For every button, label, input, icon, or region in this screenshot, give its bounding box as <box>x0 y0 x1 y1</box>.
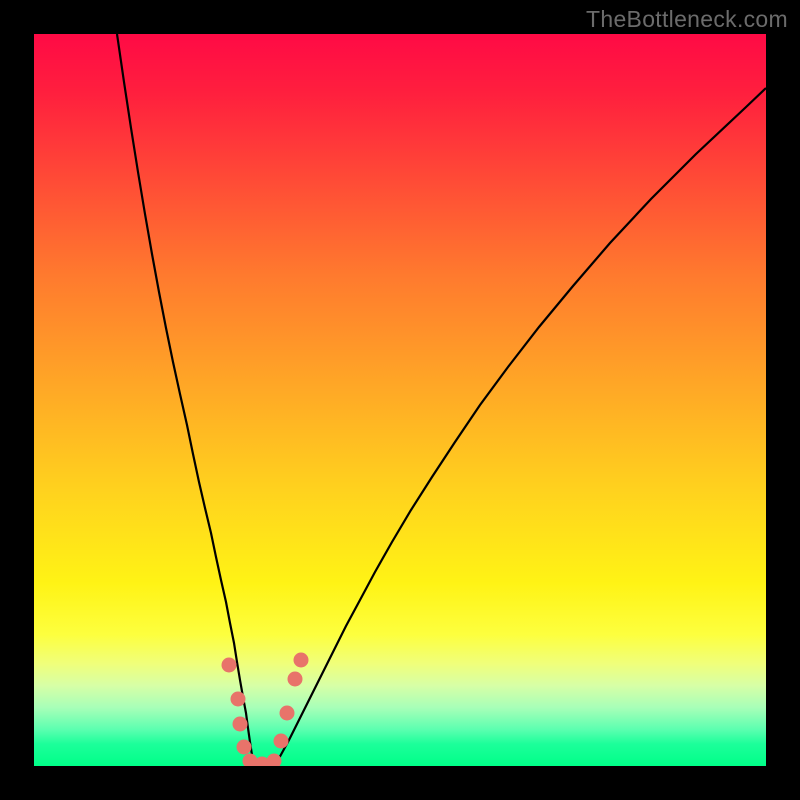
marker-dot <box>237 740 252 755</box>
right-curve <box>274 88 766 766</box>
curve-overlay <box>34 34 766 766</box>
chart-frame: TheBottleneck.com <box>0 0 800 800</box>
marker-points <box>222 653 309 767</box>
plot-area <box>34 34 766 766</box>
marker-dot <box>288 672 303 687</box>
watermark-text: TheBottleneck.com <box>586 6 788 33</box>
marker-dot <box>280 706 295 721</box>
marker-dot <box>233 717 248 732</box>
marker-dot <box>267 754 282 767</box>
marker-dot <box>222 658 237 673</box>
marker-dot <box>231 692 246 707</box>
marker-dot <box>294 653 309 668</box>
marker-dot <box>274 734 289 749</box>
left-curve <box>117 34 254 766</box>
